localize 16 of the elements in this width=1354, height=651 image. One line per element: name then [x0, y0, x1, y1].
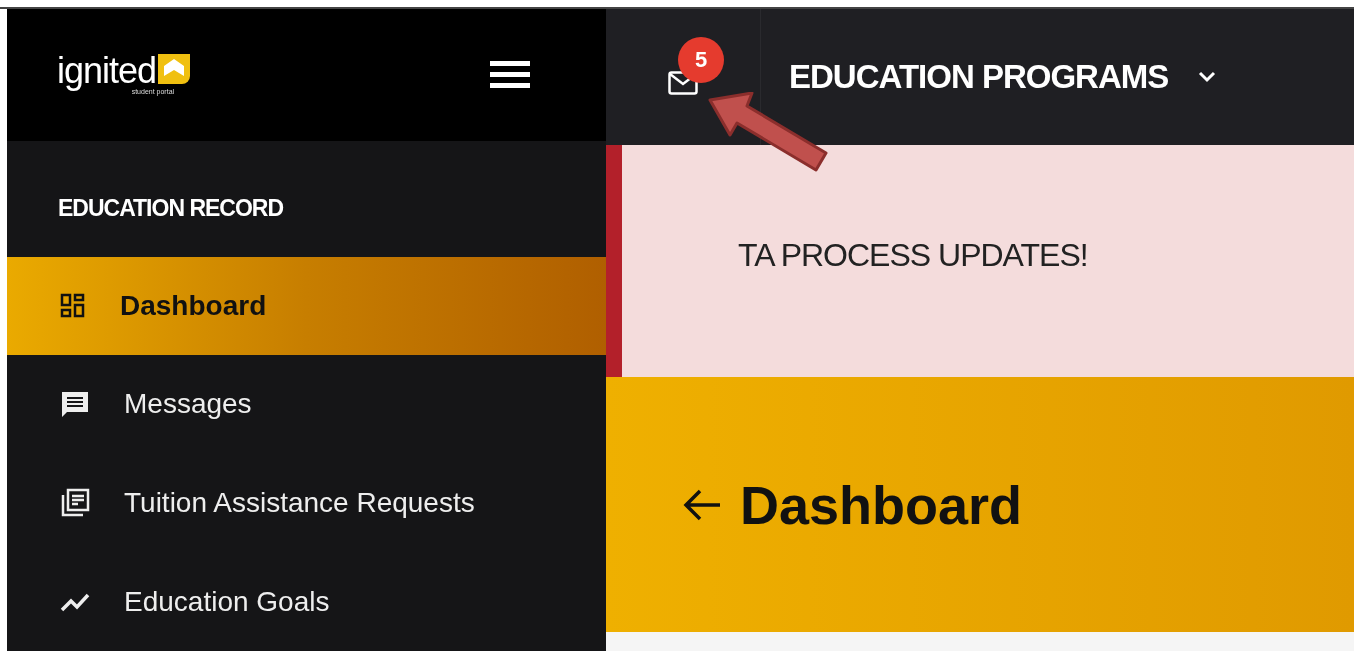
- page-title: Dashboard: [740, 473, 1023, 536]
- section-title: EDUCATION RECORD: [57, 193, 285, 223]
- sidebar-item[interactable]: Education Goals: [7, 552, 606, 651]
- menu-button[interactable]: [490, 61, 530, 89]
- alert-text: TA PROCESS UPDATES!: [738, 236, 1088, 274]
- back-arrow-icon[interactable]: [682, 487, 722, 522]
- documents-icon: [60, 488, 90, 519]
- program-dropdown[interactable]: EDUCATION PROGRAMS: [783, 57, 1223, 97]
- sidebar-item[interactable]: Tuition Assistance Requests: [7, 453, 606, 553]
- chat-icon: [60, 389, 90, 420]
- dashboard-icon: [60, 292, 86, 319]
- notification-badge: 5: [678, 37, 724, 83]
- logo-icon: [158, 53, 191, 84]
- sidebar-item[interactable]: Dashboard: [7, 256, 606, 356]
- chevron-icon: [1198, 71, 1217, 83]
- sidebar-item[interactable]: Messages: [7, 355, 606, 454]
